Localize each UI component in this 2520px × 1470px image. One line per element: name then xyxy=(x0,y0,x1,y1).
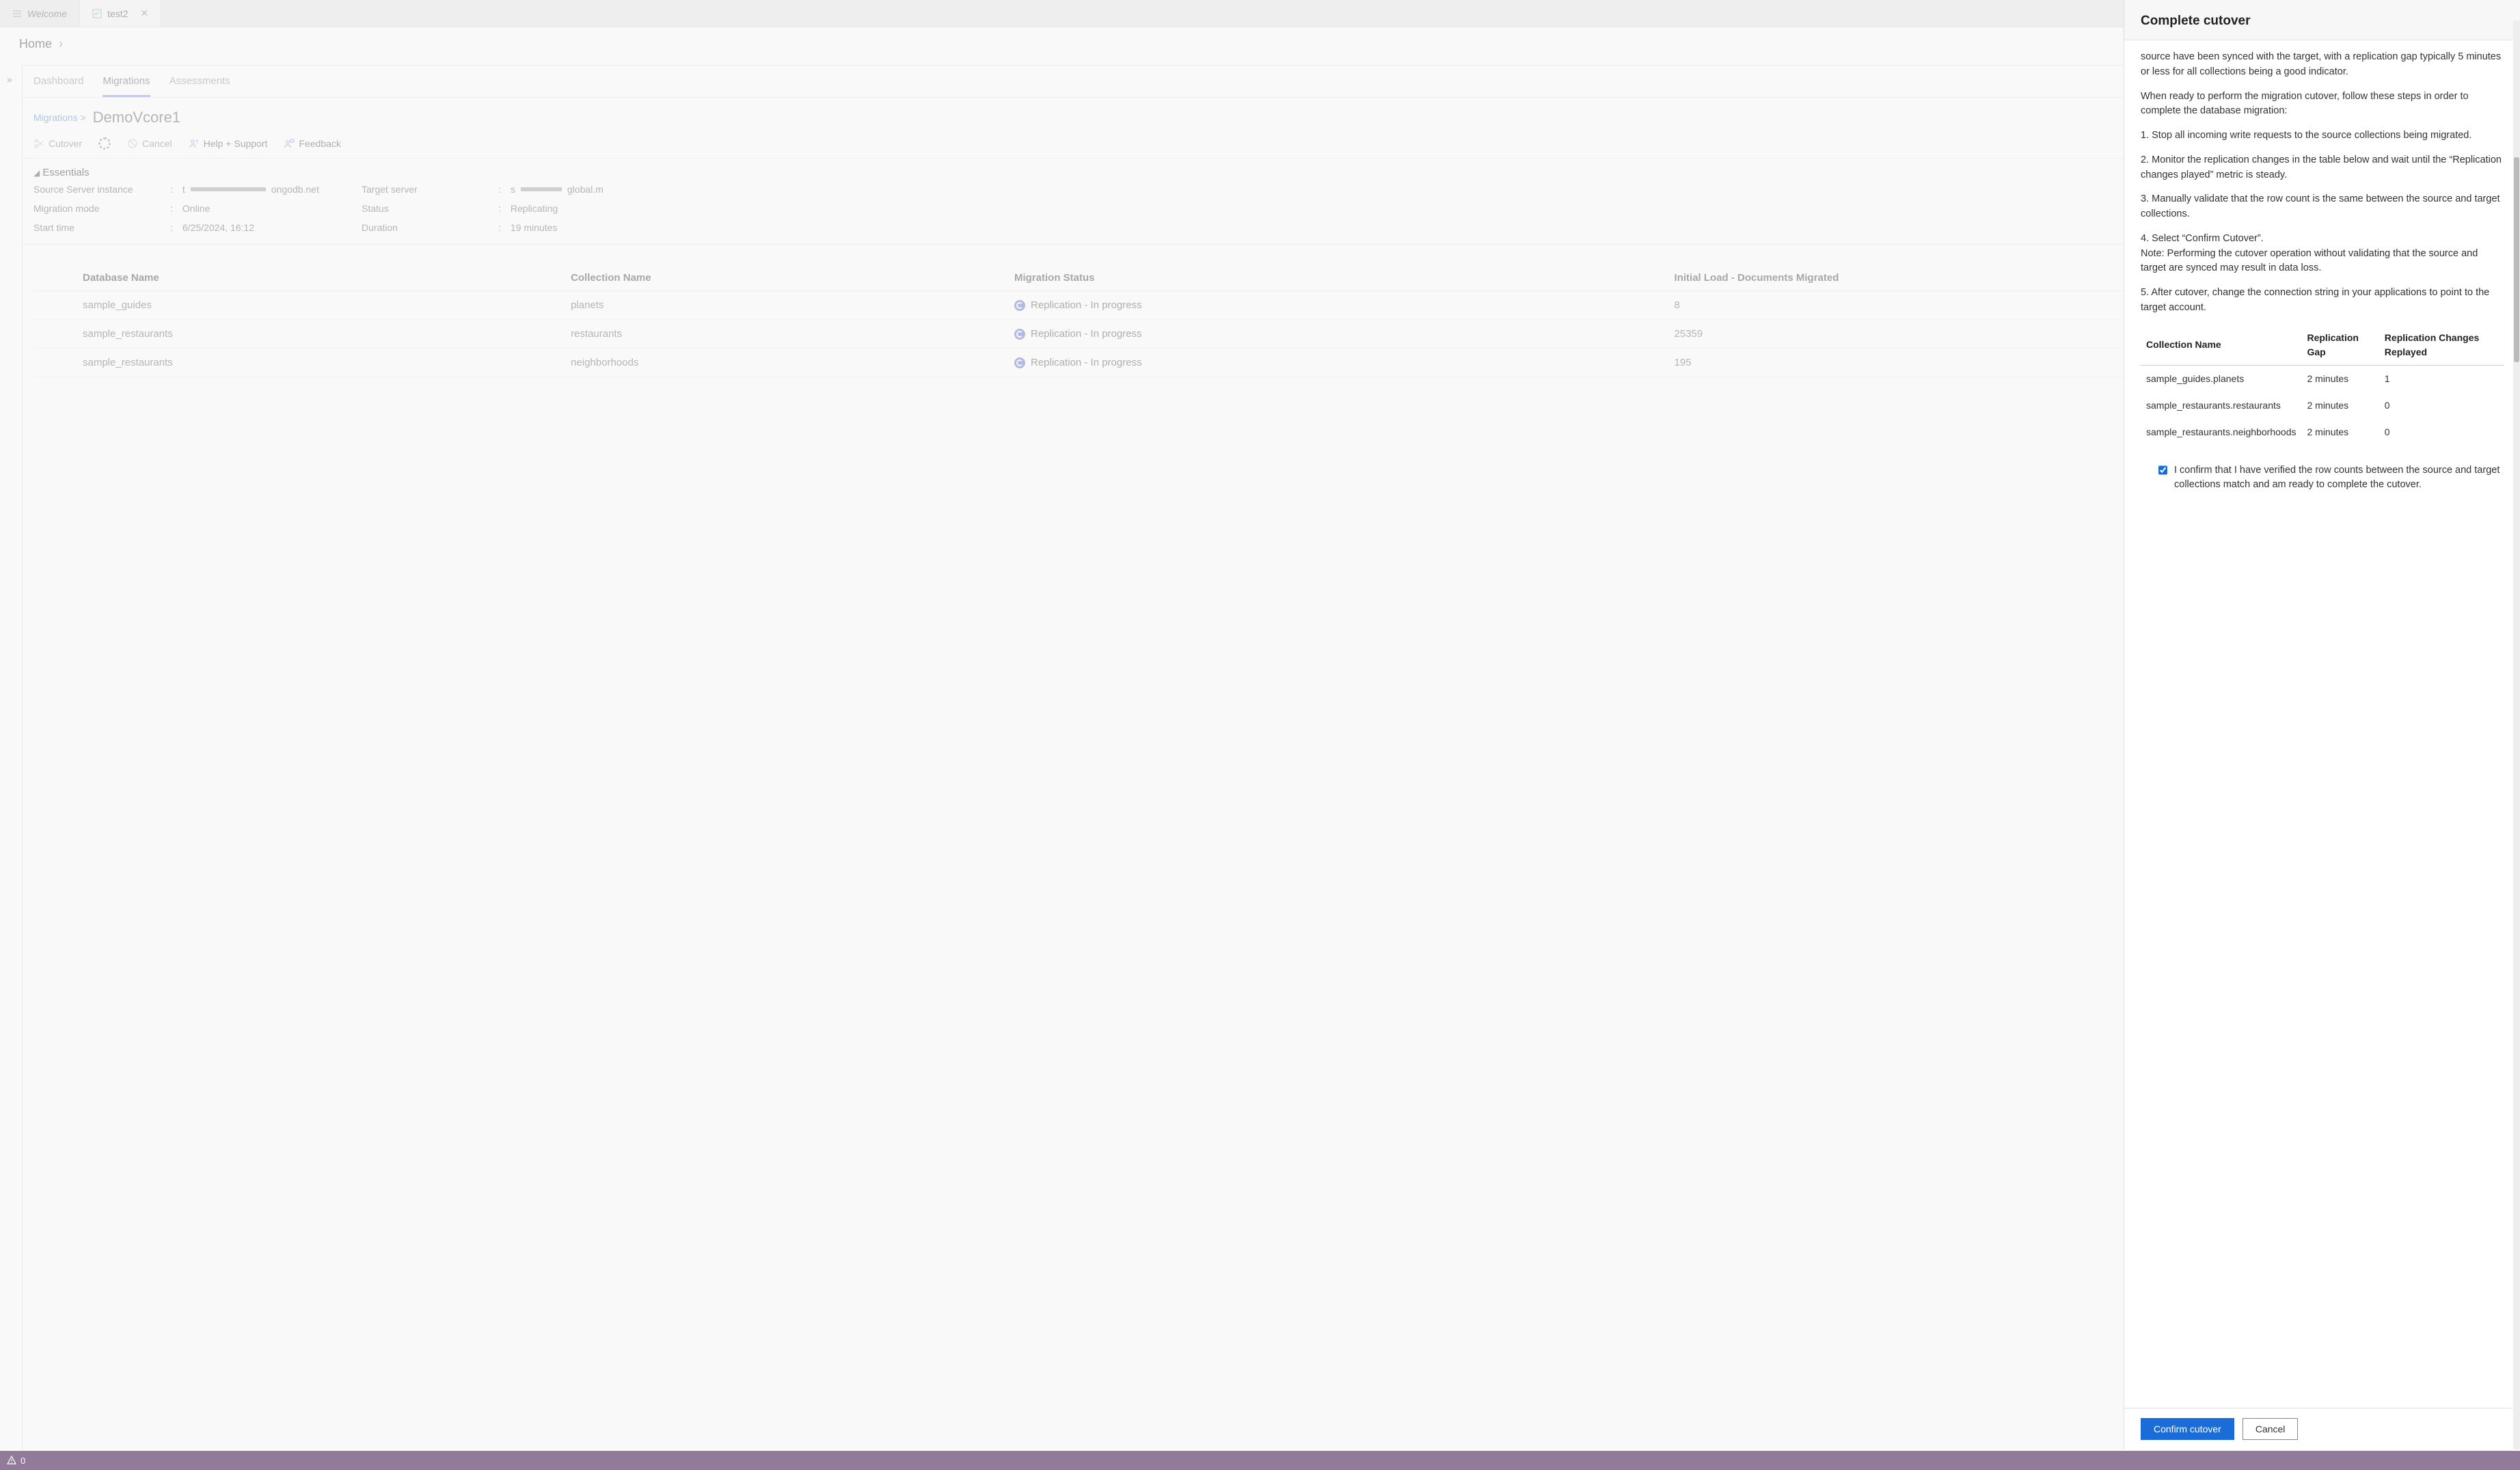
step-1: 1. Stop all incoming write requests to t… xyxy=(2141,128,2504,144)
flyout-body[interactable]: source have been synced with the target,… xyxy=(2124,40,2520,1408)
confirm-row: I confirm that I have verified the row c… xyxy=(2158,463,2504,493)
step-4: 4. Select “Confirm Cutover”. Note: Perfo… xyxy=(2141,232,2504,276)
cell-gap: 2 minutes xyxy=(2301,392,2379,419)
warning-count: 0 xyxy=(21,1456,25,1466)
replication-table: Collection Name Replication Gap Replicat… xyxy=(2141,325,2504,446)
flyout-title: Complete cutover xyxy=(2141,14,2504,29)
table-row: sample_restaurants.neighborhoods 2 minut… xyxy=(2141,419,2504,446)
app-root: Welcome test2 ✕ Home › » Dashboard Migra… xyxy=(0,0,2520,1470)
warning-icon[interactable] xyxy=(7,1456,16,1465)
confirm-text: I confirm that I have verified the row c… xyxy=(2174,463,2504,493)
cell-collection: sample_restaurants.restaurants xyxy=(2141,392,2301,419)
col-replication-gap: Replication Gap xyxy=(2301,325,2379,366)
intro-p1: When ready to perform the migration cuto… xyxy=(2141,90,2504,120)
table-header-row: Collection Name Replication Gap Replicat… xyxy=(2141,325,2504,366)
complete-cutover-panel: Complete cutover source have been synced… xyxy=(2124,0,2520,1449)
cell-collection: sample_guides.planets xyxy=(2141,365,2301,392)
cell-gap: 2 minutes xyxy=(2301,419,2379,446)
col-collection-name: Collection Name xyxy=(2141,325,2301,366)
cell-gap: 2 minutes xyxy=(2301,365,2379,392)
cell-collection: sample_restaurants.neighborhoods xyxy=(2141,419,2301,446)
col-replication-changes: Replication Changes Replayed xyxy=(2379,325,2504,366)
table-row: sample_guides.planets 2 minutes 1 xyxy=(2141,365,2504,392)
status-bar: 0 xyxy=(0,1451,2520,1470)
table-row: sample_restaurants.restaurants 2 minutes… xyxy=(2141,392,2504,419)
flyout-footer: Confirm cutover Cancel xyxy=(2124,1408,2520,1449)
flyout-header: Complete cutover xyxy=(2124,0,2520,40)
scrollbar[interactable] xyxy=(2513,21,2520,1449)
cell-replayed: 0 xyxy=(2379,392,2504,419)
intro-cont: source have been synced with the target,… xyxy=(2141,50,2504,80)
cancel-button[interactable]: Cancel xyxy=(2243,1418,2299,1440)
cell-replayed: 0 xyxy=(2379,419,2504,446)
confirm-cutover-button[interactable]: Confirm cutover xyxy=(2141,1418,2234,1440)
cell-replayed: 1 xyxy=(2379,365,2504,392)
step-3: 3. Manually validate that the row count … xyxy=(2141,192,2504,222)
step-5: 5. After cutover, change the connection … xyxy=(2141,286,2504,316)
confirm-checkbox[interactable] xyxy=(2158,465,2167,476)
scrollbar-thumb[interactable] xyxy=(2514,157,2519,362)
step-2: 2. Monitor the replication changes in th… xyxy=(2141,153,2504,183)
